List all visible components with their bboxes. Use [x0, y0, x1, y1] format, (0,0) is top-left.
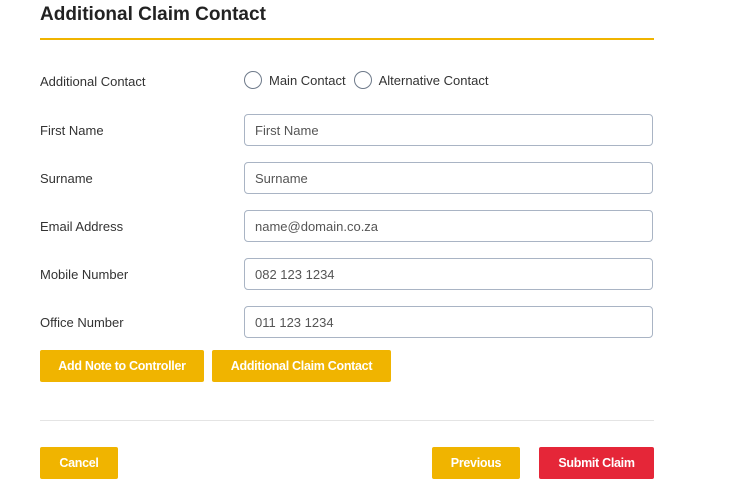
email-label: Email Address	[40, 219, 124, 234]
page-title: Additional Claim Contact	[40, 4, 266, 25]
additional-contact-radio-group: Main Contact Alternative Contact	[244, 71, 488, 89]
surname-input[interactable]	[244, 162, 653, 194]
radio-alternative-contact[interactable]: Alternative Contact	[353, 71, 489, 89]
previous-button[interactable]: Previous	[432, 447, 520, 479]
first-name-input[interactable]	[244, 114, 653, 146]
submit-claim-button[interactable]: Submit Claim	[539, 447, 654, 479]
first-name-label: First Name	[40, 123, 104, 138]
radio-label-alternative-contact: Alternative Contact	[378, 72, 489, 88]
mobile-number-input[interactable]	[244, 258, 653, 290]
radio-label-main-contact: Main Contact	[269, 72, 346, 88]
additional-contact-label: Additional Contact	[40, 74, 146, 89]
cancel-button[interactable]: Cancel	[40, 447, 118, 479]
additional-claim-contact-button[interactable]: Additional Claim Contact	[212, 350, 391, 382]
radio-circle-alternative-contact[interactable]	[353, 71, 372, 89]
radio-main-contact[interactable]: Main Contact	[244, 71, 346, 89]
mobile-number-label: Mobile Number	[40, 267, 129, 282]
surname-label: Surname	[40, 171, 93, 186]
title-divider	[40, 38, 654, 40]
add-note-button[interactable]: Add Note to Controller	[40, 350, 204, 382]
footer-divider	[40, 420, 654, 421]
office-number-input[interactable]	[244, 306, 653, 338]
radio-circle-main-contact[interactable]	[244, 71, 262, 89]
email-input[interactable]	[244, 210, 653, 242]
office-number-label: Office Number	[40, 315, 124, 330]
